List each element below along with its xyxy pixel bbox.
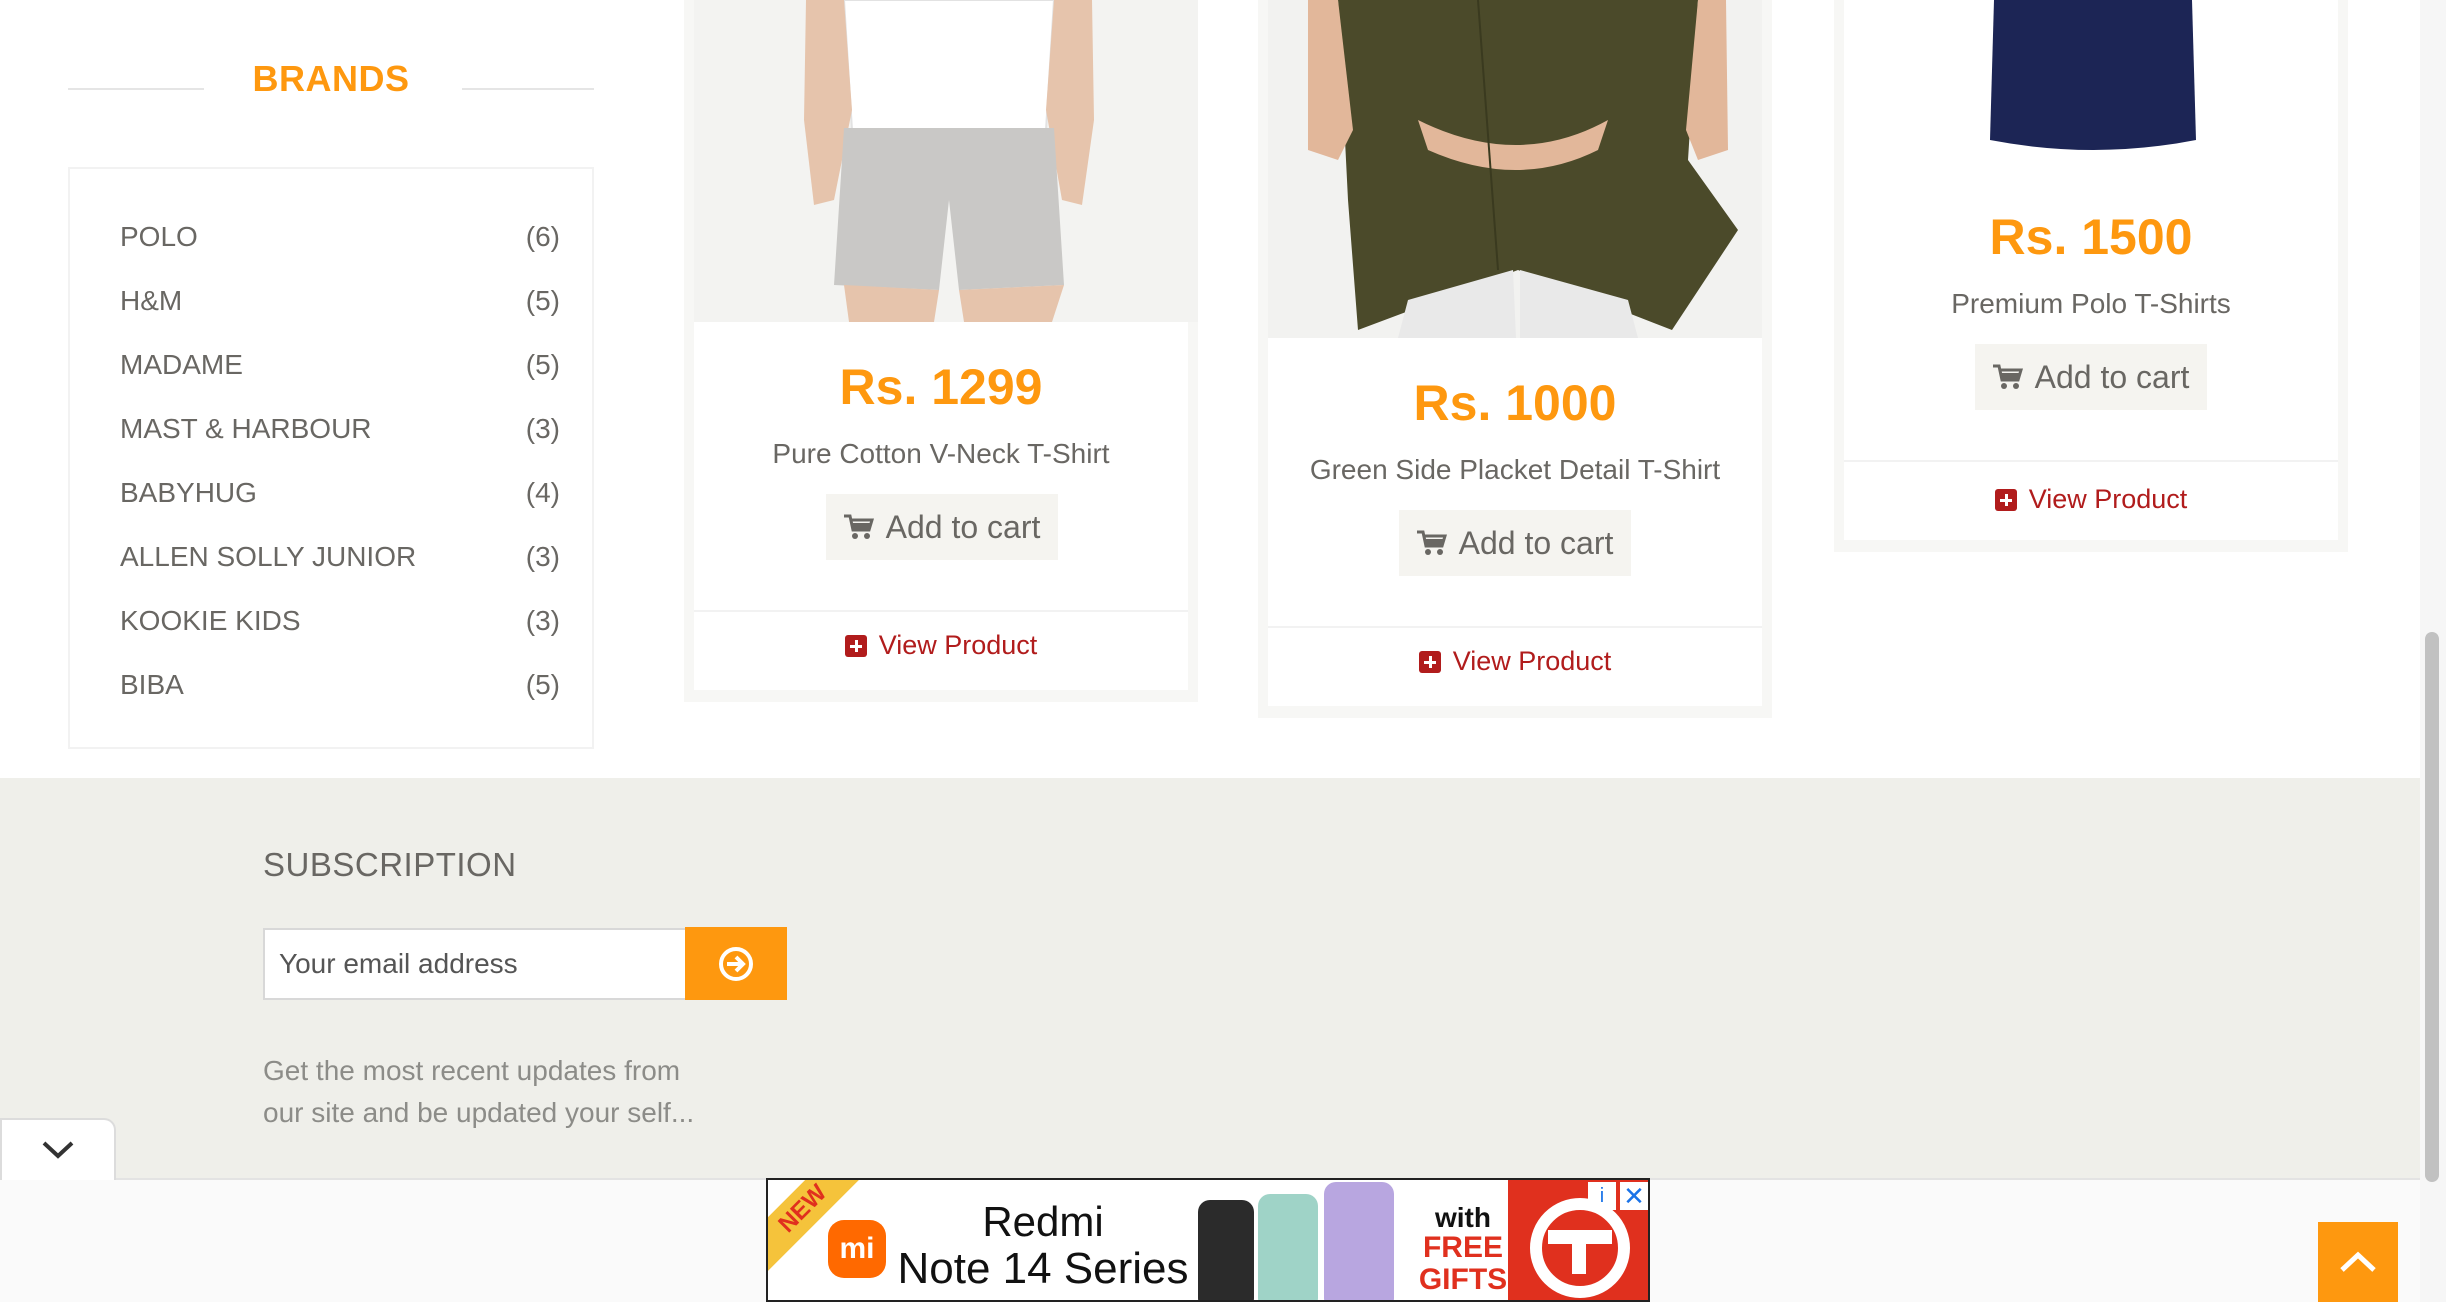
mi-logo: mi — [828, 1220, 886, 1278]
brands-heading-row: BRANDS — [68, 58, 594, 114]
ad-free-gifts: FREE GIFTS — [1408, 1232, 1518, 1296]
ad-gifts-text: GIFTS — [1418, 1263, 1508, 1296]
brands-list: POLO (6) H&M (5) MADAME (5) MAST & HARBOUR (3) B… — [68, 167, 594, 749]
cart-icon — [843, 514, 874, 539]
add-to-cart-button[interactable]: Add to cart — [826, 494, 1058, 560]
divider — [694, 610, 1188, 612]
ad-with-text: with — [1435, 1202, 1491, 1233]
view-product-label: View Product — [878, 630, 1038, 660]
advertisement-banner[interactable]: NEW mi Redmi Note 14 Series with FREE GI… — [766, 1178, 1650, 1302]
product-price: Rs. 1000 — [1413, 375, 1617, 431]
brand-name: BIBA — [120, 669, 184, 700]
brand-item[interactable]: BABYHUG (4) — [120, 467, 560, 519]
brand-count: (5) — [525, 669, 560, 700]
scroll-to-top-button[interactable] — [2318, 1222, 2398, 1302]
ad-headline: Redmi — [982, 1198, 1104, 1245]
product-name: Pure Cotton V-Neck T-Shirt — [772, 438, 1110, 469]
phone-image — [1198, 1200, 1254, 1300]
brand-count: (3) — [525, 413, 560, 444]
subscribe-button[interactable] — [685, 927, 787, 1000]
plus-square-icon — [1418, 650, 1441, 673]
brand-item[interactable]: ALLEN SOLLY JUNIOR (3) — [120, 531, 560, 583]
product-photo-icon — [1268, 0, 1762, 338]
brand-count: (6) — [525, 221, 560, 252]
ad-close-button[interactable]: ✕ — [1620, 1181, 1648, 1211]
brand-name: MADAME — [120, 349, 243, 380]
product-photo-icon — [1844, 0, 2338, 170]
product-price: Rs. 1500 — [1989, 209, 2193, 265]
brand-name: POLO — [120, 221, 198, 252]
brand-name: ALLEN SOLLY JUNIOR — [120, 541, 417, 572]
view-product-label: View Product — [2028, 484, 2188, 514]
brand-item[interactable]: POLO (6) — [120, 211, 560, 263]
ad-subheadline: Note 14 Series — [897, 1244, 1189, 1293]
cart-icon — [1416, 530, 1447, 555]
add-to-cart-button[interactable]: Add to cart — [1399, 510, 1631, 576]
view-product-link[interactable]: View Product — [694, 630, 1188, 661]
brand-name: H&M — [120, 285, 183, 316]
view-product-link[interactable]: View Product — [1844, 484, 2338, 515]
email-input[interactable] — [263, 928, 687, 1000]
brand-name: BABYHUG — [120, 477, 257, 508]
brand-count: (5) — [525, 349, 560, 380]
collapse-ad-button[interactable] — [0, 1118, 116, 1180]
chevron-up-icon — [2340, 1251, 2376, 1272]
product-price: Rs. 1299 — [839, 359, 1043, 415]
view-product-link[interactable]: View Product — [1268, 646, 1762, 677]
product-name: Green Side Placket Detail T-Shirt — [1309, 454, 1721, 485]
brand-name: KOOKIE KIDS — [120, 605, 301, 636]
product-card: Rs. 1500 Premium Polo T-Shirts Add to ca… — [1834, 0, 2348, 552]
brand-count: (4) — [525, 477, 560, 508]
brand-item[interactable]: MAST & HARBOUR (3) — [120, 403, 560, 455]
brand-item[interactable]: MADAME (5) — [120, 339, 560, 391]
add-to-cart-label: Add to cart — [885, 508, 1041, 545]
plus-square-icon — [844, 634, 867, 657]
brands-title: BRANDS — [252, 58, 410, 99]
product-name: Premium Polo T-Shirts — [1951, 288, 2231, 319]
product-image[interactable] — [694, 0, 1198, 322]
plus-square-icon — [1994, 488, 2017, 511]
divider — [1268, 626, 1762, 628]
brand-item[interactable]: KOOKIE KIDS (3) — [120, 595, 560, 647]
add-to-cart-button[interactable]: Add to cart — [1975, 344, 2207, 410]
arrow-circle-right-icon — [719, 946, 753, 981]
ad-free-text: FREE — [1422, 1231, 1503, 1264]
scrollbar-thumb[interactable] — [2425, 632, 2439, 1182]
brand-count: (3) — [525, 541, 560, 572]
brand-item[interactable]: BIBA (5) — [120, 659, 560, 711]
brand-name: MAST & HARBOUR — [120, 413, 372, 444]
view-product-label: View Product — [1452, 646, 1612, 676]
product-image[interactable] — [1844, 0, 2338, 170]
add-to-cart-label: Add to cart — [2034, 358, 2190, 395]
divider — [1844, 460, 2338, 462]
divider — [462, 88, 594, 90]
brand-count: (3) — [525, 605, 560, 636]
product-card: Rs. 1000 Green Side Placket Detail T-Shi… — [1258, 0, 1772, 718]
footer-subscription: SUBSCRIPTION Get the most recent updates… — [0, 778, 2420, 1178]
product-photo-icon — [694, 0, 1198, 322]
product-image[interactable] — [1268, 0, 1762, 338]
brand-item[interactable]: H&M (5) — [120, 275, 560, 327]
brand-count: (5) — [525, 285, 560, 316]
ad-info-button[interactable]: i — [1588, 1182, 1616, 1210]
product-card: Rs. 1299 Pure Cotton V-Neck T-Shirt Add … — [684, 0, 1198, 702]
page: BRANDS POLO (6) H&M (5) MADAME (5) MAST & HARB… — [0, 0, 2446, 1302]
chevron-down-icon — [42, 1141, 74, 1159]
phone-image — [1258, 1194, 1318, 1300]
cart-icon — [1992, 364, 2023, 389]
phone-image — [1324, 1182, 1394, 1300]
subscription-title: SUBSCRIPTION — [263, 846, 517, 883]
subscription-description: Get the most recent updates from our sit… — [263, 1055, 695, 1128]
add-to-cart-label: Add to cart — [1458, 524, 1614, 561]
